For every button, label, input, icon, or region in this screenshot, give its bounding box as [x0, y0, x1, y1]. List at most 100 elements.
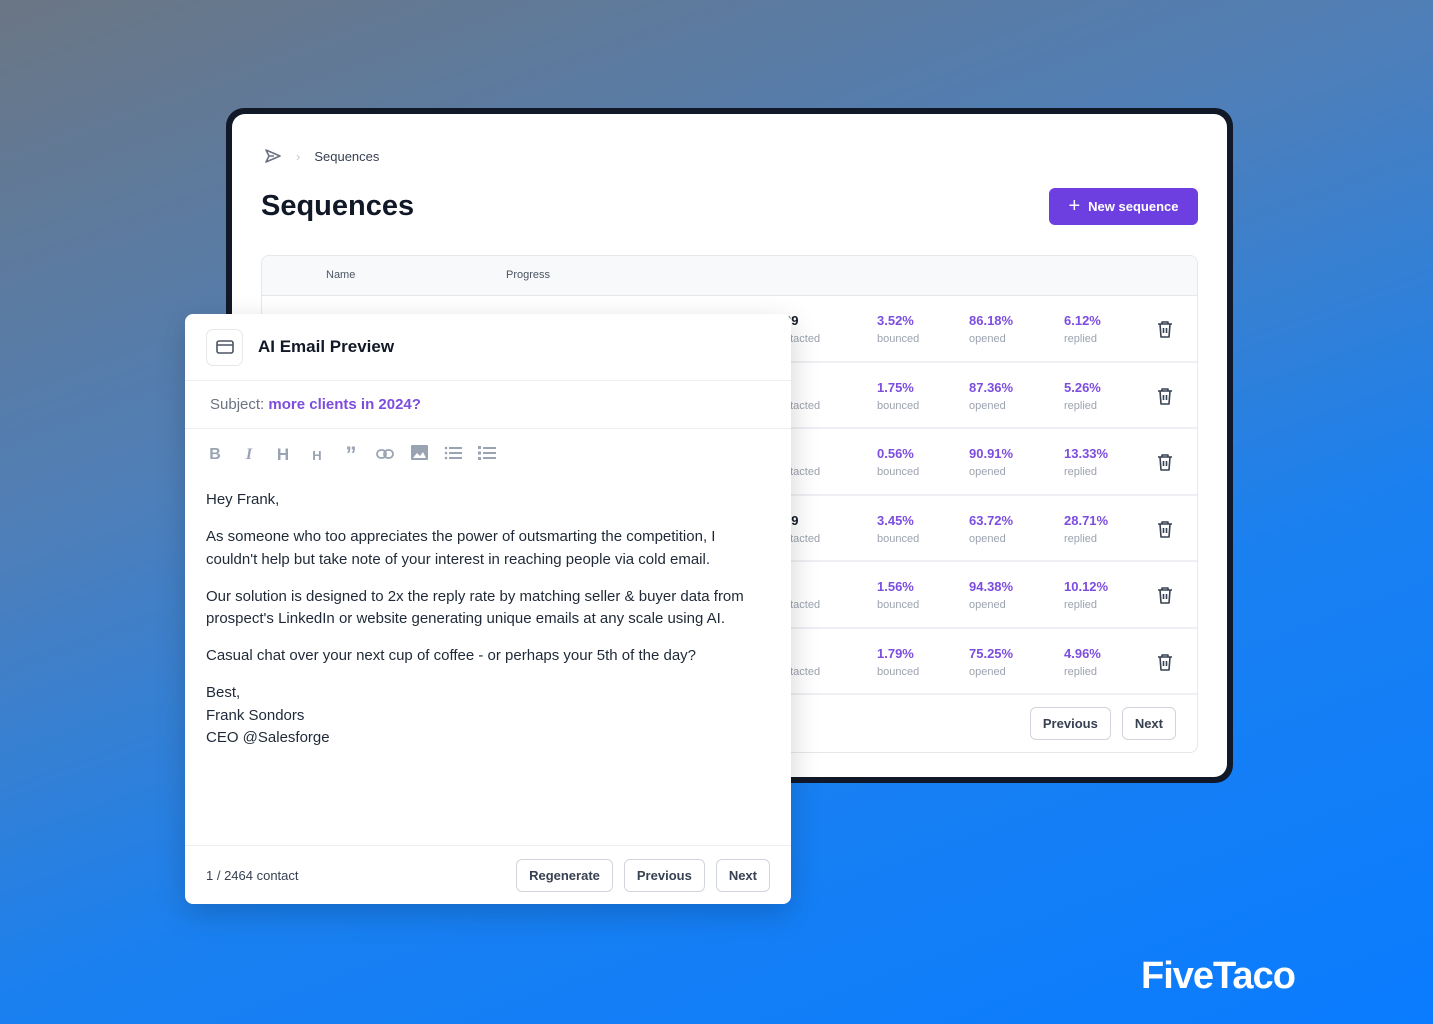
bounced-value: 1.75%: [877, 379, 914, 395]
opened-cell: 86.18% opened: [969, 312, 1013, 348]
replied-label: replied: [1064, 399, 1098, 412]
bounced-cell: 0.56% bounced: [877, 445, 919, 481]
email-paragraph: As someone who too appreciates the power…: [206, 528, 716, 568]
replied-label: replied: [1064, 599, 1098, 611]
mail-icon: [206, 328, 243, 366]
fivetaco-logo: FiveTaco: [1141, 955, 1296, 997]
link-icon[interactable]: [375, 446, 395, 464]
replied-value: 4.96%: [1064, 645, 1101, 661]
replied-cell: 10.12% replied: [1064, 578, 1108, 614]
bounced-value: 3.52%: [877, 313, 914, 328]
opened-cell: 87.36% opened: [969, 379, 1013, 415]
breadcrumb: › Sequences: [264, 148, 379, 164]
modal-header: AI Email Preview: [185, 314, 791, 381]
email-signature-name: Frank Sondors: [206, 706, 305, 724]
new-sequence-label: New sequence: [1088, 199, 1179, 214]
email-paragraph: Casual chat over your next cup of coffee…: [206, 647, 697, 664]
next-button[interactable]: Next: [1121, 707, 1176, 740]
opened-value: 75.25%: [969, 645, 1014, 661]
bounced-value: 0.56%: [877, 446, 914, 461]
subject-label: Subject:: [210, 396, 265, 413]
bounced-value: 1.79%: [877, 645, 914, 661]
heading-1-icon[interactable]: H: [273, 445, 293, 465]
trash-icon[interactable]: [1157, 653, 1173, 671]
regenerate-button[interactable]: Regenerate: [516, 858, 613, 892]
trash-icon[interactable]: [1157, 520, 1173, 538]
replied-cell: 13.33% replied: [1064, 445, 1108, 481]
opened-cell: 75.25% opened: [969, 645, 1013, 681]
bounced-label: bounced: [877, 599, 920, 611]
bounced-cell: 1.79% bounced: [877, 645, 919, 681]
replied-value: 13.33%: [1064, 446, 1109, 461]
email-paragraph: Our solution is designed to 2x the reply…: [206, 587, 744, 628]
replied-cell: 6.12% replied: [1064, 312, 1101, 348]
modal-footer: 1 / 2464 contact Regenerate Previous Nex…: [185, 845, 791, 904]
bounced-value: 3.45%: [877, 512, 914, 528]
send-icon[interactable]: [264, 148, 282, 164]
heading-2-icon[interactable]: H: [307, 448, 327, 463]
replied-label: replied: [1064, 665, 1098, 678]
opened-label: opened: [969, 532, 1006, 545]
bounced-label: bounced: [877, 532, 920, 545]
image-icon[interactable]: [409, 445, 429, 465]
editor-toolbar: B I H H ”: [185, 429, 791, 481]
replied-cell: 4.96% replied: [1064, 645, 1101, 681]
replied-value: 6.12%: [1064, 313, 1101, 328]
bounced-label: bounced: [877, 333, 920, 345]
bounced-cell: 3.45% bounced: [877, 512, 919, 548]
column-progress[interactable]: Progress: [506, 269, 550, 281]
page-title: Sequences: [261, 190, 415, 222]
opened-label: opened: [969, 333, 1006, 345]
italic-icon[interactable]: I: [239, 446, 259, 464]
column-name[interactable]: Name: [326, 269, 355, 281]
trash-icon[interactable]: [1157, 453, 1173, 471]
opened-cell: 90.91% opened: [969, 445, 1013, 481]
opened-label: opened: [969, 466, 1006, 478]
replied-label: replied: [1064, 333, 1098, 345]
bounced-cell: 1.56% bounced: [877, 578, 919, 614]
trash-icon[interactable]: [1157, 387, 1173, 405]
modal-next-button[interactable]: Next: [715, 858, 770, 892]
contact-counter: 1 / 2464 contact: [206, 867, 299, 883]
replied-value: 28.71%: [1064, 512, 1109, 528]
bold-icon[interactable]: B: [205, 446, 225, 464]
opened-cell: 94.38% opened: [969, 578, 1013, 614]
subject-value[interactable]: more clients in 2024?: [268, 396, 421, 413]
bounced-label: bounced: [877, 665, 920, 678]
ai-email-preview-modal: AI Email Preview Subject: more clients i…: [185, 314, 791, 904]
bounced-label: bounced: [877, 466, 920, 478]
breadcrumb-current[interactable]: Sequences: [314, 149, 379, 164]
modal-previous-button[interactable]: Previous: [623, 858, 705, 892]
plus-icon: +: [1068, 195, 1081, 217]
email-body[interactable]: Hey Frank, As someone who too appreciate…: [185, 481, 791, 758]
bounced-value: 1.56%: [877, 579, 914, 594]
opened-label: opened: [969, 399, 1006, 412]
opened-cell: 63.72% opened: [969, 512, 1013, 548]
replied-label: replied: [1064, 466, 1098, 478]
bounced-cell: 1.75% bounced: [877, 379, 919, 415]
numbered-list-icon[interactable]: [477, 445, 497, 465]
bounced-label: bounced: [877, 399, 920, 412]
email-signature-role: CEO @Salesforge: [206, 729, 330, 746]
subject-line: Subject: more clients in 2024?: [185, 381, 791, 429]
chevron-right-icon: ›: [296, 148, 301, 164]
opened-label: opened: [969, 599, 1006, 611]
email-greeting: Hey Frank,: [206, 491, 280, 508]
trash-icon[interactable]: [1157, 320, 1173, 338]
bounced-cell: 3.52% bounced: [877, 312, 919, 348]
replied-cell: 5.26% replied: [1064, 379, 1101, 415]
opened-value: 90.91%: [969, 446, 1014, 461]
table-pagination: Previous Next: [1029, 707, 1176, 740]
previous-button[interactable]: Previous: [1029, 707, 1111, 740]
replied-cell: 28.71% replied: [1064, 512, 1108, 548]
quote-icon[interactable]: ”: [341, 444, 361, 466]
opened-value: 87.36%: [969, 379, 1014, 395]
email-signoff: Best,: [206, 684, 241, 701]
table-header: Name Progress: [262, 256, 1197, 296]
replied-label: replied: [1064, 532, 1098, 545]
opened-value: 63.72%: [969, 512, 1014, 528]
new-sequence-button[interactable]: + New sequence: [1049, 188, 1198, 225]
bullet-list-icon[interactable]: [443, 446, 463, 465]
opened-label: opened: [969, 665, 1006, 678]
trash-icon[interactable]: [1157, 586, 1173, 604]
